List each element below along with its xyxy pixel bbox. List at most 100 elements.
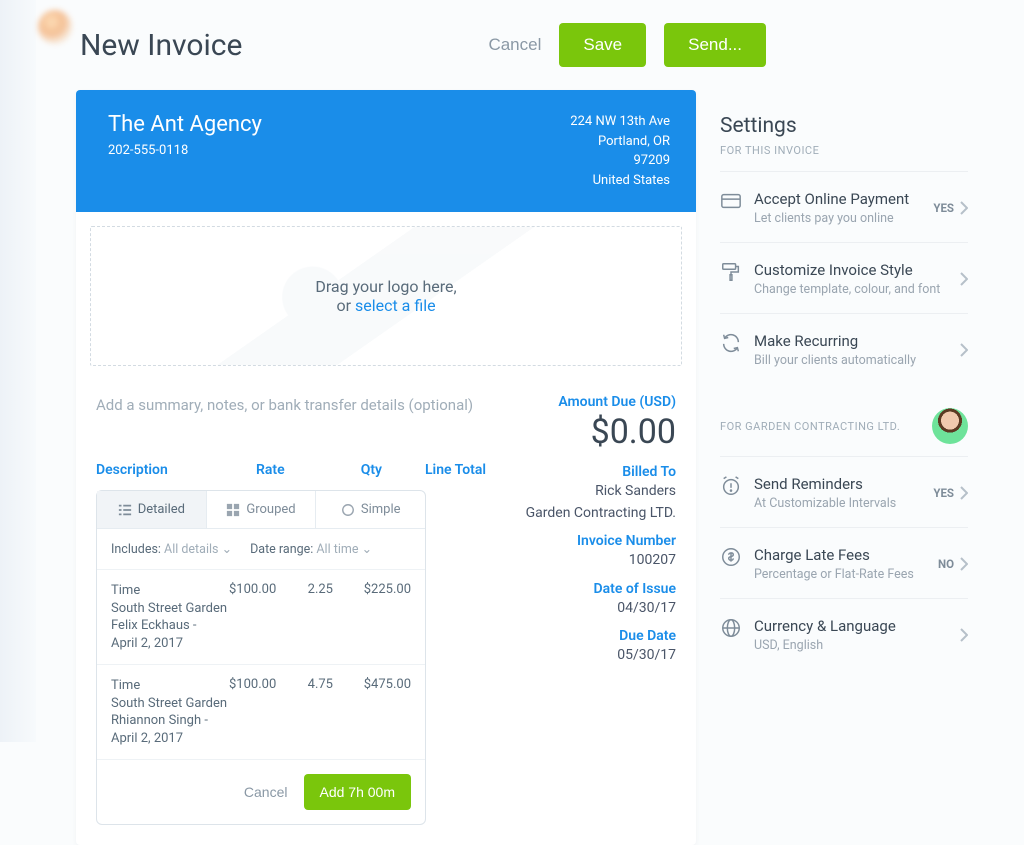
date-range-filter[interactable]: Date range: All time ⌄ [250,541,372,557]
globe-icon [720,617,742,639]
address-line: 224 NW 13th Ave [570,112,670,132]
setting-sub: USD, English [754,638,960,653]
due-date-value: 05/30/17 [496,646,676,666]
address-line: Portland, OR [570,132,670,152]
select-file-link[interactable]: select a file [355,296,436,315]
tab-label: Simple [361,502,401,517]
chevron-right-icon [960,201,968,215]
line-items-panel: Detailed Grouped [96,490,426,825]
col-line-total: Line Total [382,462,486,478]
item-rate: $100.00 [229,677,285,747]
items-view-tabs: Detailed Grouped [97,491,425,529]
dropzone-text-2: or select a file [336,296,435,315]
setting-title: Charge Late Fees [754,546,938,564]
summary-input[interactable]: Add a summary, notes, or bank transfer d… [96,396,486,414]
setting-sub: Let clients pay you online [754,211,933,226]
billed-to-name: Rick Sanders [496,482,676,502]
item-total: $475.00 [333,677,411,747]
includes-filter[interactable]: Includes: All details ⌄ [111,541,232,557]
item-date: April 2, 2017 [111,635,229,653]
chevron-right-icon [960,557,968,571]
page-header: New Invoice Cancel Save Send... [76,0,1024,90]
cancel-button[interactable]: Cancel [488,35,541,55]
setting-make-recurring[interactable]: Make Recurring Bill your clients automat… [720,313,968,384]
setting-title: Send Reminders [754,475,933,493]
col-description: Description [96,462,256,478]
status-badge: NO [938,557,954,571]
user-avatar-top[interactable] [38,10,72,44]
save-button[interactable]: Save [559,23,646,67]
alarm-icon [720,475,742,497]
setting-customize-style[interactable]: Customize Invoice Style Change template,… [720,242,968,313]
tab-label: Grouped [246,502,295,517]
setting-sub: Bill your clients automatically [754,353,960,368]
setting-accept-payment[interactable]: Accept Online Payment Let clients pay yo… [720,171,968,242]
items-cancel-button[interactable]: Cancel [244,784,288,800]
credit-card-icon [720,190,742,212]
chevron-right-icon [960,343,968,357]
item-project: South Street Garden [111,600,229,618]
items-filters: Includes: All details ⌄ Date range: All … [97,529,425,570]
settings-panel: Settings FOR THIS INVOICE Accept Online … [720,90,968,669]
line-columns-header: Description Rate Qty Line Total [96,462,486,484]
client-avatar[interactable] [932,408,968,444]
setting-title: Accept Online Payment [754,190,933,208]
header-actions: Cancel Save Send... [488,23,766,67]
section-for-invoice: FOR THIS INVOICE [720,144,968,157]
section-for-client: FOR GARDEN CONTRACTING LTD. [720,420,900,433]
item-date: April 2, 2017 [111,730,229,748]
item-rate: $100.00 [229,582,285,652]
logo-dropzone[interactable]: Drag your logo here, or select a file [90,226,682,366]
item-total: $225.00 [333,582,411,652]
paint-roller-icon [720,261,742,283]
setting-title: Customize Invoice Style [754,261,960,279]
col-rate: Rate [256,462,326,478]
item-qty: 2.25 [285,582,333,652]
setting-send-reminders[interactable]: Send Reminders At Customizable Intervals… [720,456,968,527]
due-date-label: Due Date [496,628,676,644]
chevron-down-icon: ⌄ [222,542,232,557]
item-type: Time [111,677,229,695]
address-line: 97209 [570,151,670,171]
tab-label: Detailed [138,502,185,517]
date-of-issue-value: 04/30/17 [496,599,676,619]
item-qty: 4.75 [285,677,333,747]
item-person: Felix Eckhaus - [111,617,229,635]
page-title: New Invoice [80,28,488,63]
invoice-number-label: Invoice Number [496,533,676,549]
status-badge: YES [933,201,954,215]
col-qty: Qty [326,462,382,478]
line-item[interactable]: Time South Street Garden Felix Eckhaus -… [97,570,425,665]
invoice-number-value: 100207 [496,551,676,571]
chevron-right-icon [960,272,968,286]
item-type: Time [111,582,229,600]
address-line: United States [570,171,670,191]
settings-heading: Settings [720,114,968,138]
setting-currency-language[interactable]: Currency & Language USD, English [720,598,968,669]
setting-title: Make Recurring [754,332,960,350]
dropzone-text-1: Drag your logo here, [315,277,456,296]
add-time-button[interactable]: Add 7h 00m [304,774,412,810]
date-of-issue-label: Date of Issue [496,581,676,597]
billed-to-org: Garden Contracting LTD. [496,504,676,524]
list-lines-icon [118,503,132,517]
setting-charge-late-fees[interactable]: Charge Late Fees Percentage or Flat-Rate… [720,527,968,598]
grid-icon [226,503,240,517]
setting-sub: Percentage or Flat-Rate Fees [754,567,938,582]
tab-grouped[interactable]: Grouped [207,491,317,528]
status-badge: YES [933,486,954,500]
company-name: The Ant Agency [108,112,262,137]
company-phone: 202-555-0118 [108,143,262,158]
refresh-icon [720,332,742,354]
circle-icon [341,503,355,517]
invoice-banner: The Ant Agency 202-555-0118 224 NW 13th … [76,90,696,212]
amount-due-label: Amount Due (USD) [496,394,676,410]
dollar-coin-icon [720,546,742,568]
tab-simple[interactable]: Simple [316,491,425,528]
send-button[interactable]: Send... [664,23,766,67]
billed-to-label: Billed To [496,464,676,480]
items-panel-actions: Cancel Add 7h 00m [97,760,425,824]
amount-due-value: $0.00 [496,412,676,452]
line-item[interactable]: Time South Street Garden Rhiannon Singh … [97,665,425,760]
tab-detailed[interactable]: Detailed [97,491,207,528]
